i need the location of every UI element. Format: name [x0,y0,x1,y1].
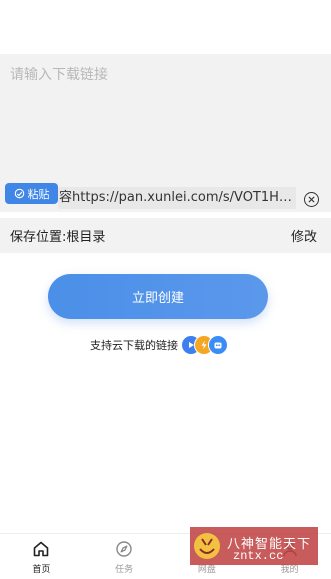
clipboard-link-chip[interactable]: 容https://pan.xunlei.com/s/VOT1HM... [58,187,296,209]
nav-tasks[interactable]: 任务 [83,534,166,579]
paste-button[interactable]: 粘贴 [5,183,58,204]
supported-links-text: 支持云下载的链接 [90,339,178,352]
clear-clipboard-button[interactable] [304,192,319,207]
nav-home[interactable]: 首页 [0,534,83,579]
home-icon [34,541,49,557]
cloud-download-page: 请输入下载链接 粘贴 容https://pan.xunlei.com/s/VOT… [0,0,331,579]
clipboard-link-text: https://pan.xunlei.com/s/VOT1HM... [72,190,296,205]
paste-icon [14,188,24,199]
compass-icon [116,541,132,557]
save-location-row: 保存位置:根目录 修改 [0,218,331,253]
watermark: 八神智能天下 zntx.cc [190,527,318,565]
watermark-logo-icon [194,533,220,559]
change-location-button[interactable]: 修改 [291,226,317,245]
paste-button-label: 粘贴 [27,187,50,201]
clipboard-link-prefix: 容 [59,190,73,205]
nav-home-label: 首页 [32,565,51,575]
create-now-button[interactable]: 立即创建 [48,274,268,319]
save-location-label: 保存位置:根目录 [10,230,106,245]
link-input-placeholder[interactable]: 请输入下载链接 [10,64,108,84]
robot-app-icon [208,335,228,355]
close-icon [308,196,315,203]
create-now-label: 立即创建 [131,291,184,306]
supported-app-icons [181,334,231,356]
nav-tasks-label: 任务 [115,565,134,575]
supported-links-row[interactable]: 支持云下载的链接 [90,333,231,357]
watermark-text-line2: zntx.cc [233,549,284,563]
